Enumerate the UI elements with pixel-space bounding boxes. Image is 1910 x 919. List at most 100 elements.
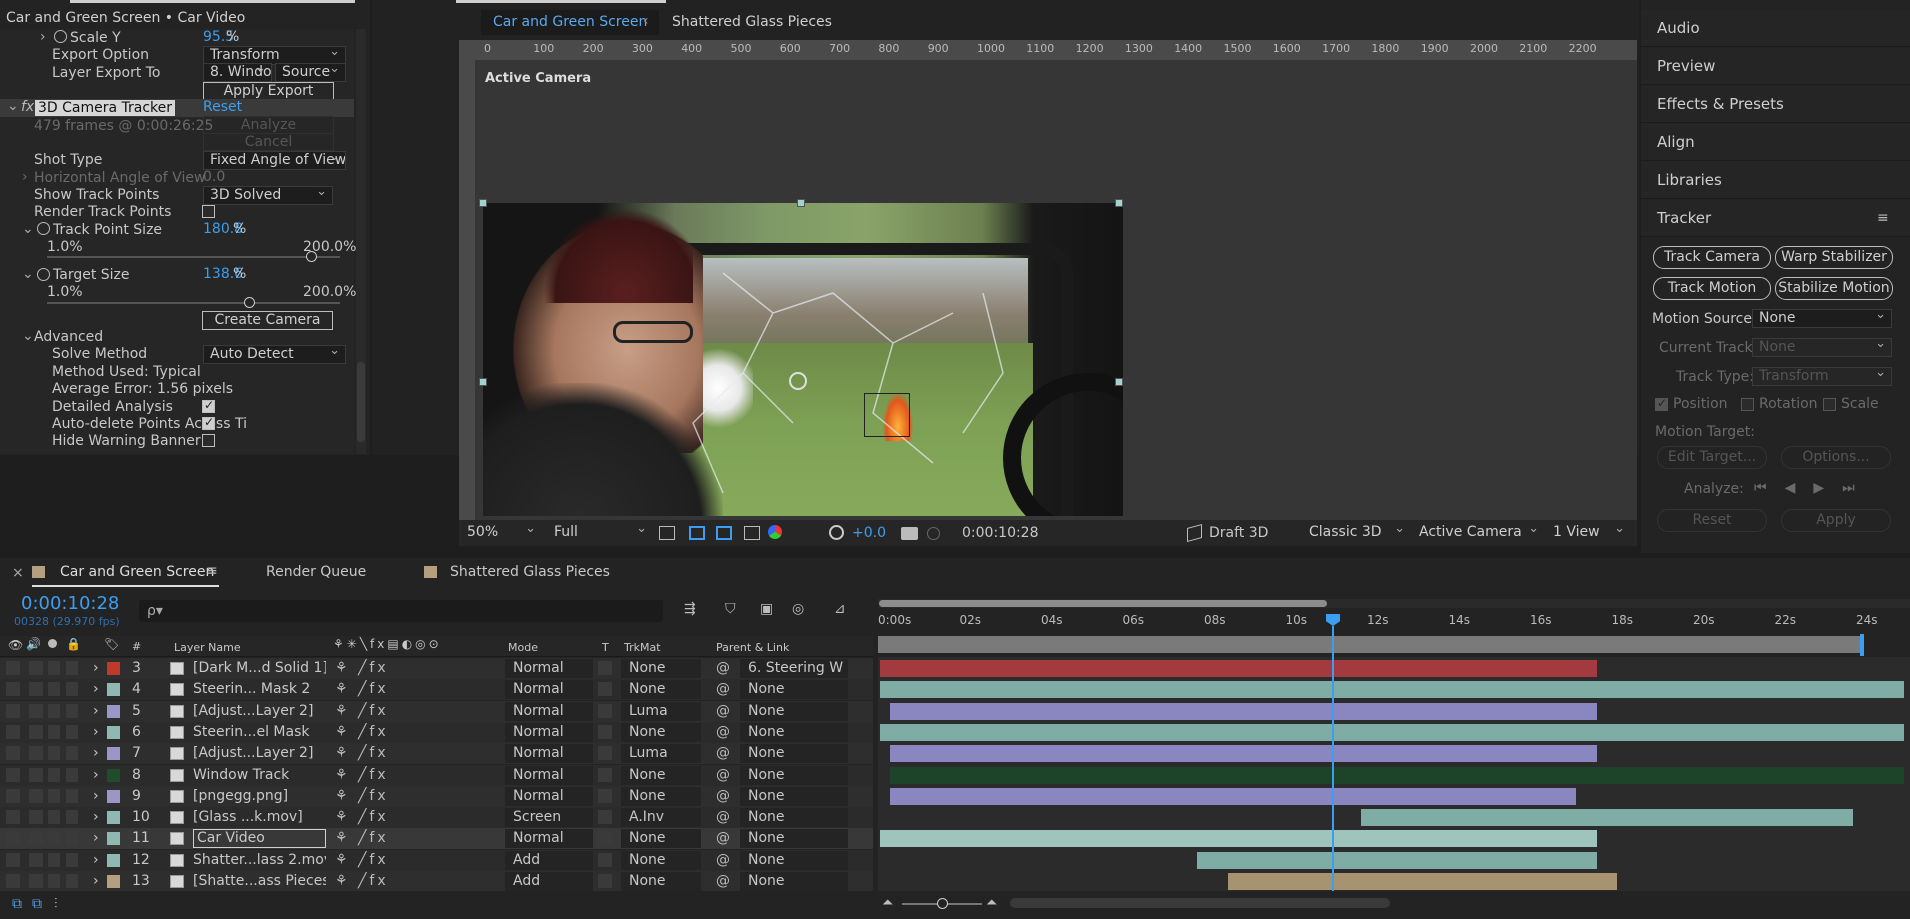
layer-trkmat-dropdown[interactable]: None xyxy=(621,659,701,678)
audio-toggle-icon[interactable] xyxy=(29,852,43,867)
snapshot-toggle-icon[interactable] xyxy=(659,526,675,540)
preserve-transparency-toggle[interactable] xyxy=(598,767,612,782)
layer-parent-dropdown[interactable]: None xyxy=(740,850,848,870)
layer-mode-dropdown[interactable]: Normal xyxy=(505,701,593,721)
layer-trkmat-dropdown[interactable]: None xyxy=(621,765,701,785)
layer-name[interactable]: [Adjust...Layer 2] xyxy=(193,743,326,764)
solo-toggle[interactable] xyxy=(48,831,60,846)
layer-parent-dropdown[interactable]: None xyxy=(740,786,848,806)
motion-blur-icon[interactable]: ◎ xyxy=(792,601,804,617)
layer-switches[interactable]: ⚘ ╱fx xyxy=(335,765,389,786)
panel-tab-audio[interactable]: Audio xyxy=(1641,10,1910,47)
trkmat-header[interactable]: TrkMat xyxy=(624,641,661,654)
expand-chevron-icon[interactable]: › xyxy=(93,743,102,764)
collapse-chevron-icon[interactable]: ⌄ xyxy=(7,98,19,114)
expand-chevron-icon[interactable]: › xyxy=(93,786,102,807)
draft3d-label[interactable]: Draft 3D xyxy=(1209,525,1268,541)
layer-duration-bar[interactable] xyxy=(880,660,1597,677)
show-track-dropdown[interactable]: 3D Solved xyxy=(203,186,333,205)
preserve-transparency-toggle[interactable] xyxy=(598,682,612,697)
analyze-controls-icon[interactable]: ⏮◀▶⏭ xyxy=(1754,480,1873,496)
label-color-chip[interactable] xyxy=(107,725,120,739)
label-color-chip[interactable] xyxy=(107,875,120,888)
time-ruler[interactable] xyxy=(878,608,1910,636)
graph-editor-icon[interactable]: ⊿ xyxy=(834,601,846,617)
timeline-tab-comp[interactable]: Car and Green Screen xyxy=(60,564,214,580)
position-checkbox[interactable] xyxy=(1655,396,1668,411)
preserve-transparency-toggle[interactable] xyxy=(598,746,612,761)
timeline-tab-render-queue[interactable]: Render Queue xyxy=(266,564,366,580)
tracking-box[interactable] xyxy=(864,393,910,437)
pick-whip-icon[interactable]: @ xyxy=(716,807,730,828)
renderer-dropdown[interactable]: Classic 3D xyxy=(1303,524,1410,543)
toggle-switches-icon[interactable]: ⧉ xyxy=(12,896,22,912)
expand-chevron-icon[interactable]: › xyxy=(93,850,102,871)
render-track-checkbox[interactable] xyxy=(202,205,215,218)
layer-name[interactable]: [pngegg.png] xyxy=(193,786,326,807)
target-crosshair-icon[interactable] xyxy=(789,372,807,390)
create-camera-button[interactable]: Create Camera xyxy=(202,311,333,330)
preserve-transparency-toggle[interactable] xyxy=(598,874,612,888)
pick-whip-icon[interactable]: @ xyxy=(716,765,730,786)
layer-parent-dropdown[interactable]: None xyxy=(740,765,848,785)
label-color-chip[interactable] xyxy=(107,811,120,825)
layer-handle-mr[interactable] xyxy=(1115,378,1123,386)
work-area-end-handle[interactable] xyxy=(1860,634,1864,656)
layer-mode-dropdown[interactable]: Normal xyxy=(505,786,593,806)
expand-chevron-icon[interactable]: › xyxy=(93,701,102,722)
layer-duration-bar[interactable] xyxy=(890,745,1597,763)
label-color-chip[interactable] xyxy=(107,662,120,675)
layer-handle-tr[interactable] xyxy=(1115,199,1123,207)
expand-chevron-icon[interactable]: › xyxy=(93,807,102,828)
audio-toggle-icon[interactable] xyxy=(29,831,43,846)
layer-row[interactable]: › 9 [pngegg.png] ⚘ ╱fx Normal None @ None xyxy=(0,785,873,807)
show-snapshot-icon[interactable] xyxy=(927,527,940,540)
layer-duration-bar[interactable] xyxy=(890,787,1577,805)
lock-toggle[interactable] xyxy=(66,874,78,888)
warp-stabilizer-button[interactable]: Warp Stabilizer xyxy=(1775,246,1893,269)
shy-layers-icon[interactable]: ▣ xyxy=(760,601,773,617)
auto-delete-checkbox[interactable] xyxy=(202,415,215,430)
layer-switches[interactable]: ⚘ ╱fx xyxy=(335,786,389,807)
layer-switches[interactable]: ⚘ ╱fx xyxy=(335,850,389,871)
layer-switches[interactable]: ⚘ ╱fx xyxy=(335,807,389,828)
timeline-close-icon[interactable]: × xyxy=(12,565,24,581)
options-button[interactable]: Options... xyxy=(1781,446,1891,469)
label-color-chip[interactable] xyxy=(107,683,120,697)
solo-toggle[interactable] xyxy=(48,724,60,739)
layer-trkmat-dropdown[interactable]: None xyxy=(621,850,701,870)
label-color-chip[interactable] xyxy=(107,747,120,761)
layer-parent-dropdown[interactable]: None xyxy=(740,680,848,700)
layer-mode-dropdown[interactable]: Normal xyxy=(505,659,593,678)
layer-switches[interactable]: ⚘ ╱fx xyxy=(335,679,389,700)
hav-chevron-icon[interactable]: › xyxy=(22,169,28,185)
viewer-tab-composition[interactable]: Car and Green Screen xyxy=(493,14,647,30)
layer-parent-dropdown[interactable]: None xyxy=(740,829,848,849)
target-size-slider-track[interactable] xyxy=(47,302,340,304)
zoom-slider-thumb[interactable] xyxy=(937,898,948,909)
layer-duration-bar[interactable] xyxy=(890,702,1597,720)
layer-name[interactable]: Window Track xyxy=(193,765,326,786)
visibility-toggle-icon[interactable] xyxy=(6,661,20,675)
scale-checkbox[interactable] xyxy=(1823,398,1836,411)
preserve-transparency-toggle[interactable] xyxy=(598,661,612,675)
expand-chevron-icon[interactable]: › xyxy=(93,679,102,700)
track-type-dropdown[interactable]: Transform xyxy=(1752,367,1892,386)
tab-close-icon[interactable]: ‹ xyxy=(643,13,649,29)
audio-toggle-icon[interactable] xyxy=(29,810,43,825)
solo-toggle[interactable] xyxy=(48,661,60,675)
solve-method-dropdown[interactable]: Auto Detect xyxy=(203,345,346,364)
lock-toggle[interactable] xyxy=(66,682,78,697)
layer-name[interactable]: Shatter...lass 2.mov xyxy=(193,850,326,871)
layer-switches[interactable]: ⚘ ╱fx xyxy=(335,658,389,679)
layer-parent-dropdown[interactable]: None xyxy=(740,744,848,764)
pick-whip-icon[interactable]: @ xyxy=(716,871,730,892)
layer-mode-dropdown[interactable]: Normal xyxy=(505,744,593,764)
layer-mode-dropdown[interactable]: Add xyxy=(505,850,593,870)
panel-tab-align[interactable]: Align xyxy=(1641,124,1910,161)
timeline-timecode[interactable]: 0:00:10:28 xyxy=(21,593,119,614)
audio-toggle-icon[interactable] xyxy=(29,746,43,761)
parent-header[interactable]: Parent & Link xyxy=(716,641,789,654)
visibility-toggle-icon[interactable] xyxy=(6,682,20,697)
solo-toggle[interactable] xyxy=(48,703,60,718)
